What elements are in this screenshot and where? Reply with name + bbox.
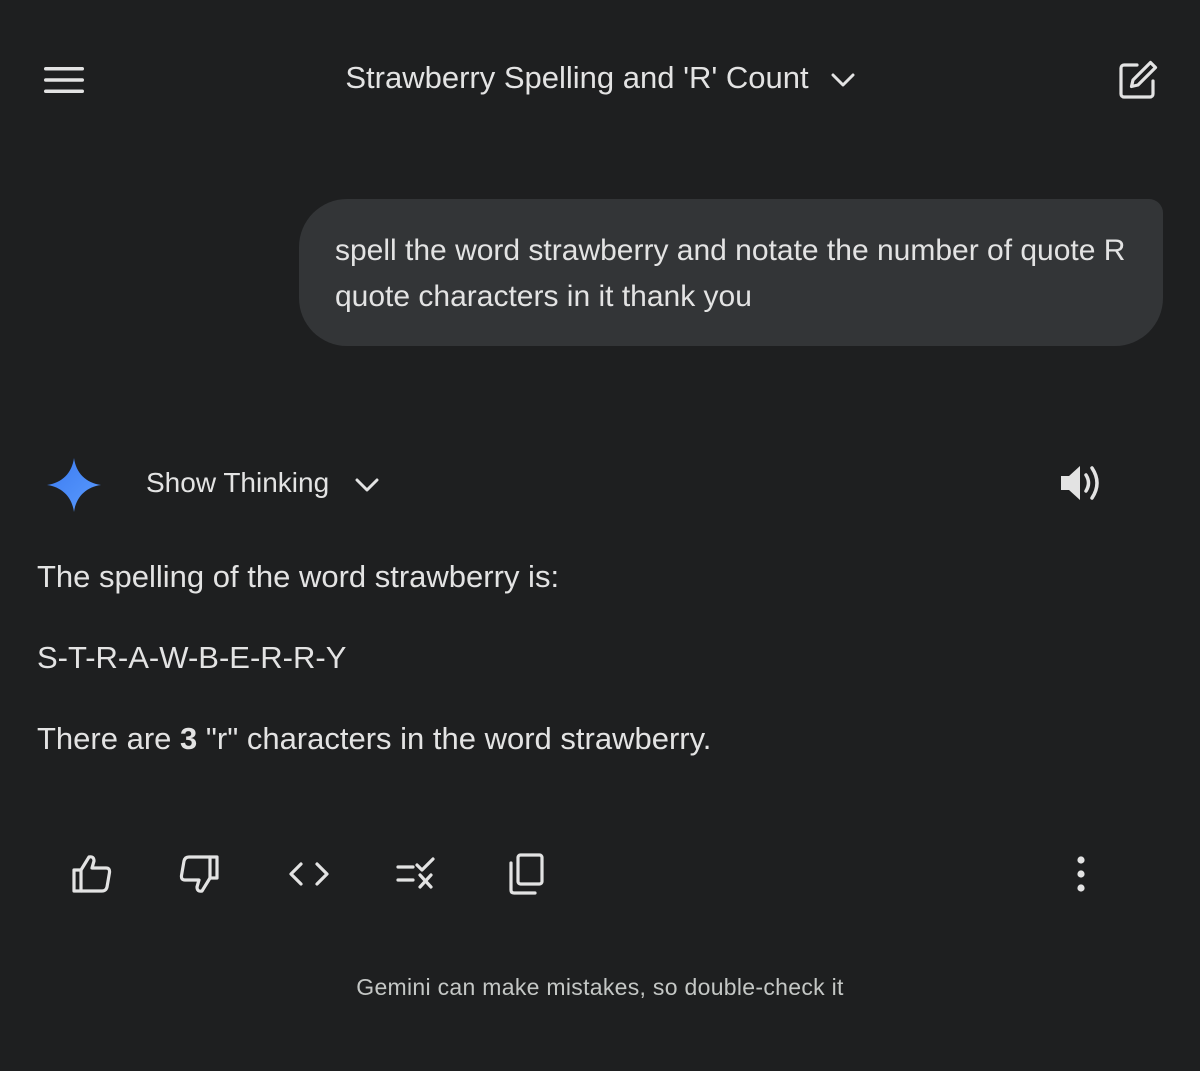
more-options-button[interactable] (1055, 848, 1107, 900)
response-paragraph: The spelling of the word strawberry is: (37, 559, 560, 594)
edit-square-icon (1119, 60, 1158, 99)
chevron-down-icon (831, 73, 855, 87)
show-thinking-label: Show Thinking (146, 467, 330, 498)
bad-response-button[interactable] (173, 848, 225, 900)
model-response: The spelling of the word strawberry is: … (37, 556, 1157, 760)
user-message-text: spell the word strawberry and notate the… (335, 234, 1126, 313)
modify-response-button[interactable] (390, 848, 442, 900)
modify-response-icon (396, 857, 435, 889)
show-thinking-toggle[interactable]: Show Thinking (146, 460, 379, 506)
count-sentence-prefix: There are (37, 721, 181, 756)
thumb-down-icon (179, 855, 219, 893)
response-count-sentence: There are 3 "r" characters in the word s… (37, 718, 1157, 760)
volume-icon (1061, 466, 1099, 500)
gemini-sparkle-icon (45, 456, 103, 514)
user-message-bubble: spell the word strawberry and notate the… (299, 199, 1163, 346)
conversation-title-dropdown[interactable]: Strawberry Spelling and 'R' Count (300, 52, 900, 104)
code-icon (289, 862, 329, 886)
read-aloud-button[interactable] (1053, 456, 1109, 510)
code-button[interactable] (283, 848, 335, 900)
thumb-up-icon (72, 855, 112, 893)
disclaimer-text: Gemini can make mistakes, so double-chec… (356, 974, 844, 1000)
copy-icon (509, 853, 544, 895)
response-spelling: S-T-R-A-W-B-E-R-R-Y (37, 640, 347, 675)
chevron-down-icon (355, 478, 379, 491)
r-count-value: 3 (180, 721, 198, 756)
more-vert-icon (1077, 856, 1085, 892)
top-app-bar: Strawberry Spelling and 'R' Count (0, 0, 1200, 160)
menu-button[interactable] (38, 58, 90, 102)
good-response-button[interactable] (66, 848, 118, 900)
conversation-title: Strawberry Spelling and 'R' Count (345, 60, 809, 95)
hamburger-menu-icon (44, 67, 84, 93)
new-chat-button[interactable] (1112, 54, 1164, 106)
count-sentence-suffix: "r" characters in the word strawberry. (197, 721, 712, 756)
copy-button[interactable] (500, 848, 552, 900)
